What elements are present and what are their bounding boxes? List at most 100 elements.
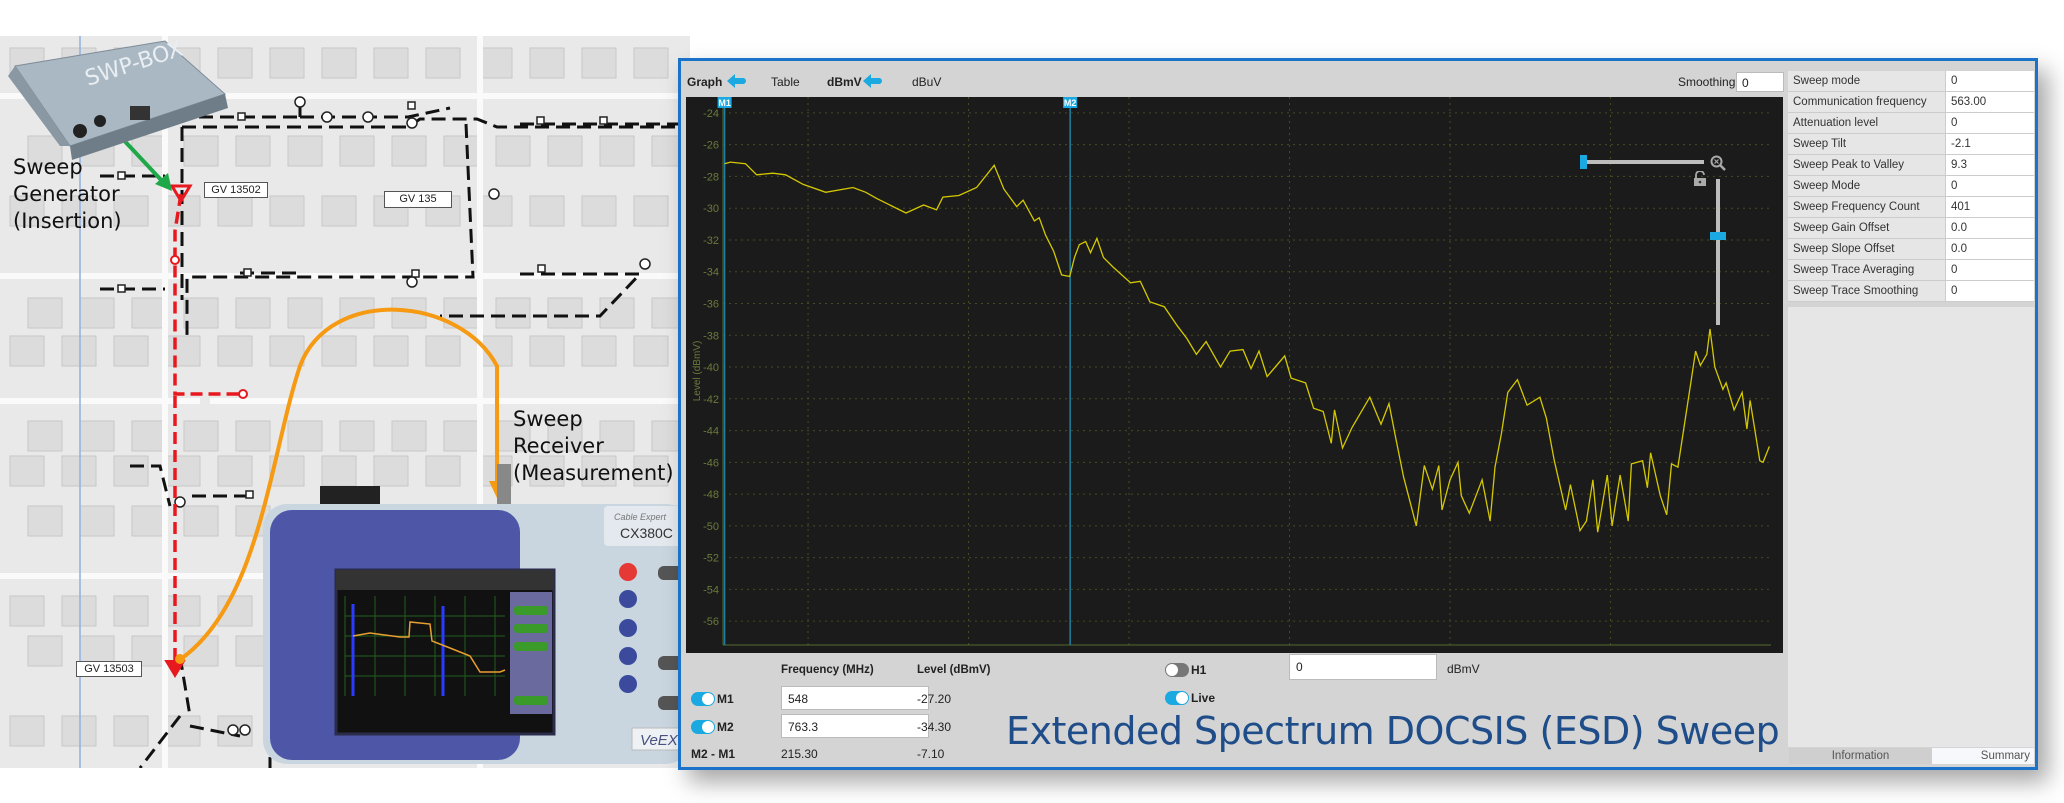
house <box>27 297 63 329</box>
sweep-app-window: Graph Table dBmV dBuV Smoothing 0 -24 -26… <box>678 58 2038 770</box>
house <box>27 420 63 452</box>
info-value: 0 <box>1946 71 2034 91</box>
info-key: Communication frequency <box>1788 92 1946 112</box>
m1-toggle[interactable] <box>691 692 715 706</box>
house <box>529 335 565 367</box>
device-logo: VeEX <box>640 732 679 749</box>
house <box>183 420 219 452</box>
y-tick-label: -32 <box>703 235 719 247</box>
y-tick-label: -36 <box>703 298 719 310</box>
node-label: GV 13503 <box>76 661 142 677</box>
house <box>529 47 565 79</box>
house <box>235 420 271 452</box>
y-tick-label: -42 <box>703 394 719 406</box>
y-tick-label: -56 <box>703 616 719 628</box>
house <box>391 420 427 452</box>
house <box>131 420 167 452</box>
m1-level: -27.20 <box>917 692 952 706</box>
h1-unit: dBmV <box>1447 662 1480 676</box>
y-tick-label: -34 <box>703 267 719 279</box>
house <box>9 715 45 747</box>
y-tick-label: -50 <box>703 521 719 533</box>
house <box>339 135 375 167</box>
m2-level: -34.30 <box>917 720 952 734</box>
house <box>633 335 669 367</box>
live-toggle[interactable] <box>1165 691 1189 705</box>
delta-level: -7.10 <box>917 747 945 761</box>
tab-summary[interactable]: Summary <box>1932 748 2034 764</box>
house <box>391 135 427 167</box>
house <box>79 297 115 329</box>
level-header: Level (dBmV) <box>917 664 991 676</box>
cable-plant-map: SWP-BOX Cable Expert CX380C VeEX <box>0 36 690 768</box>
horizontal-zoom-slider[interactable] <box>1580 160 1704 164</box>
info-key: Sweep mode <box>1788 71 1946 91</box>
info-key: Sweep Trace Averaging <box>1788 260 1946 280</box>
info-key: Sweep Trace Smoothing <box>1788 281 1946 301</box>
m1-frequency-input[interactable]: 548 <box>781 686 929 710</box>
house <box>113 595 149 627</box>
frequency-header: Frequency (MHz) <box>781 664 874 676</box>
house <box>61 335 97 367</box>
house <box>217 47 253 79</box>
delta-label: M2 - M1 <box>691 747 736 761</box>
info-value: 401 <box>1946 197 2034 217</box>
marker-flag-label: M1 <box>718 98 731 108</box>
live-label: Live <box>1191 691 1216 705</box>
label-line: Receiver <box>513 434 604 458</box>
house <box>113 455 149 487</box>
sweep-graph[interactable]: -24 -26 -28 -30 -32 -34 -36 -38 -40 -42 -44 -46 -48 -… <box>686 97 1783 680</box>
arrow-left-icon <box>863 74 882 88</box>
info-value: 0.0 <box>1946 239 2034 259</box>
info-key: Sweep Frequency Count <box>1788 197 1946 217</box>
info-row: Sweep Trace Smoothing 0 <box>1788 281 2034 302</box>
house <box>27 635 63 667</box>
y-tick-label: -44 <box>703 426 719 438</box>
smoothing-input[interactable]: 0 <box>1736 72 1784 92</box>
zoom-reset-icon[interactable] <box>1710 155 1726 171</box>
house <box>425 335 461 367</box>
sweep-generator-label: Sweep Generator (Insertion) <box>13 154 122 235</box>
house <box>599 135 635 167</box>
house <box>581 47 617 79</box>
y-tick-label: -28 <box>703 171 719 183</box>
house <box>373 47 409 79</box>
y-tick-label: -26 <box>703 140 719 152</box>
m2-frequency-input[interactable]: 763.3 <box>781 714 929 738</box>
info-row: Sweep mode 0 <box>1788 71 2034 92</box>
unit-dbuv[interactable]: dBuV <box>912 75 941 89</box>
vertical-zoom-handle[interactable] <box>1710 231 1726 240</box>
info-value: -2.1 <box>1946 134 2034 154</box>
house <box>113 335 149 367</box>
y-tick-label: -30 <box>703 203 719 215</box>
m2-toggle[interactable] <box>691 720 715 734</box>
info-row: Sweep Mode 0 <box>1788 176 2034 197</box>
h1-toggle[interactable] <box>1165 663 1189 677</box>
house <box>9 335 45 367</box>
tab-information[interactable]: Information <box>1789 748 1932 764</box>
house <box>235 297 271 329</box>
info-value: 0 <box>1946 176 2034 196</box>
house <box>217 335 253 367</box>
house <box>165 455 201 487</box>
unit-dbmv[interactable]: dBmV <box>827 75 862 89</box>
house <box>443 135 479 167</box>
vertical-zoom-slider[interactable] <box>1716 179 1720 325</box>
node-label: GV 135 <box>384 191 452 208</box>
house <box>321 195 357 227</box>
house <box>131 135 167 167</box>
house <box>287 135 323 167</box>
lock-open-icon[interactable] <box>1693 171 1707 187</box>
info-row: Sweep Gain Offset 0.0 <box>1788 218 2034 239</box>
tab-table[interactable]: Table <box>771 75 800 89</box>
delta-frequency: 215.30 <box>781 747 818 761</box>
house <box>183 297 219 329</box>
info-key: Sweep Peak to Valley <box>1788 155 1946 175</box>
node-label: GV 13502 <box>204 182 268 198</box>
label-line: (Measurement) <box>513 461 674 485</box>
h1-level-input[interactable]: 0 <box>1289 654 1437 680</box>
tab-graph[interactable]: Graph <box>687 75 722 89</box>
horizontal-zoom-handle[interactable] <box>1580 155 1587 169</box>
house <box>581 195 617 227</box>
info-value: 0.0 <box>1946 218 2034 238</box>
